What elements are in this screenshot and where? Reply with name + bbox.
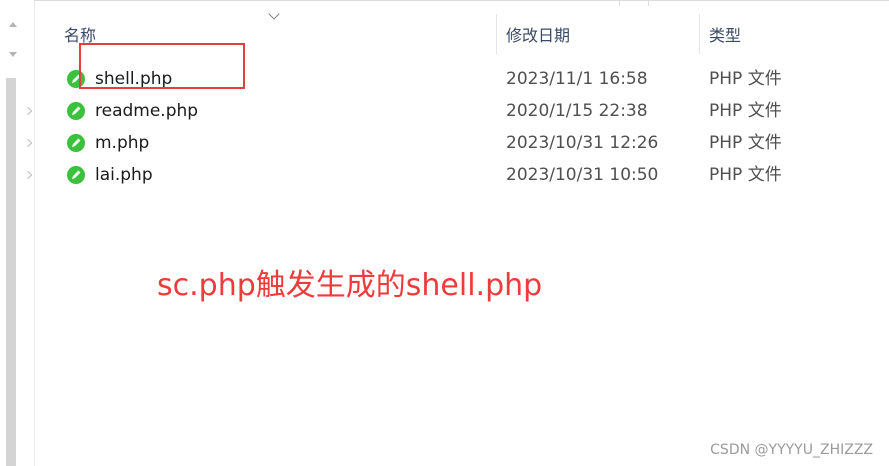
column-separator[interactable] (699, 14, 700, 54)
php-file-icon (67, 102, 85, 120)
file-explorer-window: 名称 修改日期 类型 shell.php 2023/11/1 16:58 PHP… (0, 0, 889, 466)
file-type: PHP 文件 (709, 101, 782, 121)
annotation-highlight-box (79, 43, 245, 89)
file-name[interactable]: readme.php (95, 97, 198, 125)
column-header-date-modified[interactable]: 修改日期 (506, 24, 570, 48)
scroll-down-arrow-icon[interactable] (9, 52, 17, 57)
file-date-modified: 2023/10/31 12:26 (506, 133, 659, 153)
file-row[interactable]: lai.php 2023/10/31 10:50 PHP 文件 (60, 161, 889, 189)
file-type: PHP 文件 (709, 165, 782, 185)
file-name[interactable]: m.php (95, 129, 149, 157)
file-row[interactable]: readme.php 2020/1/15 22:38 PHP 文件 (60, 97, 889, 125)
navigation-scrollbar[interactable] (6, 78, 16, 466)
column-separator[interactable] (496, 14, 497, 54)
column-header-type[interactable]: 类型 (709, 24, 741, 48)
watermark: CSDN @YYYYU_ZHIZZZ (710, 442, 873, 458)
scroll-up-arrow-icon[interactable] (9, 22, 17, 27)
header-divider (619, 0, 620, 6)
expand-chevron-icon[interactable] (23, 170, 33, 180)
file-date-modified: 2023/11/1 16:58 (506, 69, 648, 89)
php-file-icon (67, 166, 85, 184)
sort-chevron-down-icon[interactable] (268, 8, 280, 20)
file-date-modified: 2020/1/15 22:38 (506, 101, 648, 121)
file-date-modified: 2023/10/31 10:50 (506, 165, 659, 185)
header-top-border (34, 0, 889, 3)
file-name[interactable]: lai.php (95, 161, 153, 189)
expand-chevron-icon[interactable] (23, 138, 33, 148)
annotation-caption: sc.php触发生成的shell.php (157, 268, 543, 303)
file-row[interactable]: m.php 2023/10/31 12:26 PHP 文件 (60, 129, 889, 157)
file-type: PHP 文件 (709, 133, 782, 153)
header-divider (648, 0, 649, 6)
php-file-icon (67, 134, 85, 152)
navigation-pane (0, 0, 35, 466)
file-type: PHP 文件 (709, 69, 782, 89)
expand-chevron-icon[interactable] (23, 106, 33, 116)
